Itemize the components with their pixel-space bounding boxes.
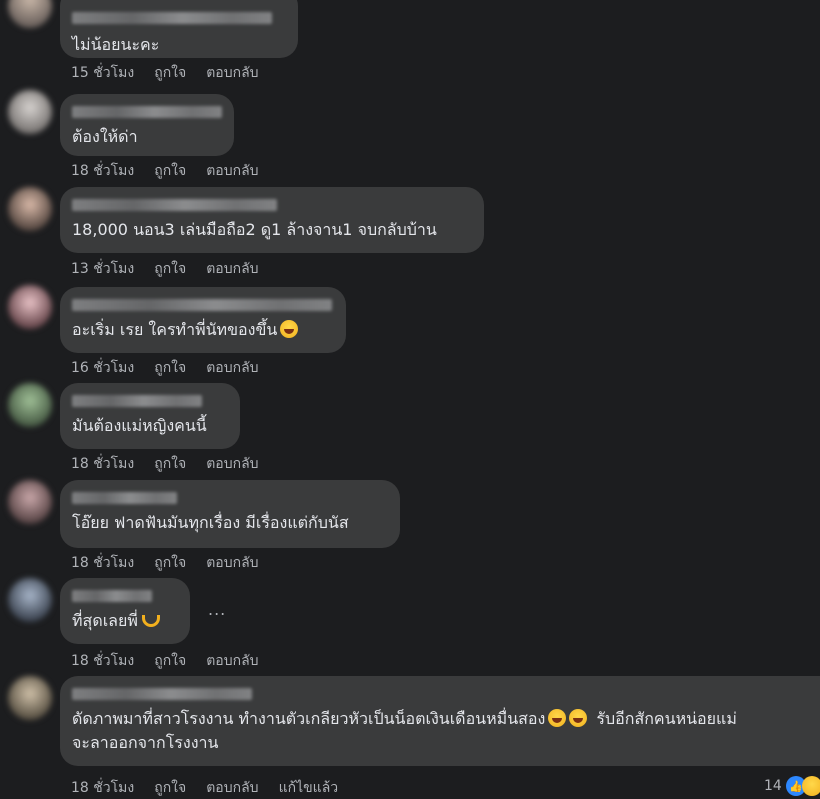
reply-link[interactable]: ตอบกลับ [206, 62, 258, 84]
comment-text: ไม่น้อยนะคะ [72, 35, 160, 54]
avatar[interactable] [8, 90, 52, 134]
haha-face-icon [801, 776, 820, 796]
comment-bubble: โอ๊ยย ฟาดฟันมันทุกเรื่อง มีเรื่องแต่กับน… [60, 480, 400, 548]
comment-actions: 18 ชั่วโมง ถูกใจ ตอบกลับ [71, 160, 259, 182]
like-link[interactable]: ถูกใจ [154, 552, 186, 574]
reaction-count: 14 [764, 778, 782, 794]
comment-actions: 16 ชั่วโมง ถูกใจ ตอบกลับ [71, 357, 259, 379]
commenter-name[interactable] [72, 395, 202, 407]
reaction-summary[interactable]: 14 👍 [764, 776, 820, 796]
avatar[interactable] [8, 383, 52, 427]
reply-link[interactable]: ตอบกลับ [206, 357, 258, 379]
comment-actions: 18 ชั่วโมง ถูกใจ ตอบกลับ แก้ไขแล้ว [71, 777, 338, 799]
comment-text-line2: จะลาออกจากโรงงาน [72, 733, 219, 752]
comment-actions: 18 ชั่วโมง ถูกใจ ตอบกลับ [71, 552, 259, 574]
avatar[interactable] [8, 676, 52, 720]
like-link[interactable]: ถูกใจ [154, 453, 186, 475]
comment-text-line1b: รับอีกสักคนหน่อยแม่ [596, 709, 737, 728]
comment-timestamp[interactable]: 16 ชั่วโมง [71, 357, 134, 379]
comment-bubble: ต้องให้ด่า [60, 94, 234, 156]
like-link[interactable]: ถูกใจ [154, 357, 186, 379]
avatar[interactable] [8, 285, 52, 329]
comment-text-content: อะเริ่ม เรย ใครทำพี่นัทของขึ้น [72, 320, 278, 339]
comment-timestamp[interactable]: 18 ชั่วโมง [71, 160, 134, 182]
comment-text: มันต้องแม่หญิงคนนี้ [72, 416, 207, 435]
reply-link[interactable]: ตอบกลับ [206, 160, 258, 182]
comment-timestamp[interactable]: 18 ชั่วโมง [71, 453, 134, 475]
comment-bubble: ที่สุดเลยพี่ [60, 578, 190, 644]
comment-bubble: ไม่น้อยนะคะ [60, 0, 298, 58]
comment-text-line1: ดัดภาพมาที่สาวโรงงาน ทำงานตัวเกลียวหัวเป… [72, 709, 546, 728]
avatar[interactable] [8, 480, 52, 524]
comment-text: 18,000 นอน3 เล่นมือถือ2 ดู1 ล้างจาน1 จบก… [72, 220, 437, 239]
laughing-face-emoji [548, 709, 567, 727]
reply-link[interactable]: ตอบกลับ [206, 453, 258, 475]
comment-bubble: อะเริ่ม เรย ใครทำพี่นัทของขึ้น [60, 287, 346, 353]
comment-timestamp[interactable]: 18 ชั่วโมง [71, 552, 134, 574]
reply-link[interactable]: ตอบกลับ [206, 777, 258, 799]
comment-bubble: ดัดภาพมาที่สาวโรงงาน ทำงานตัวเกลียวหัวเป… [60, 676, 820, 766]
like-link[interactable]: ถูกใจ [154, 258, 186, 280]
avatar[interactable] [8, 0, 52, 28]
reply-link[interactable]: ตอบกลับ [206, 258, 258, 280]
comment-text: ดัดภาพมาที่สาวโรงงาน ทำงานตัวเกลียวหัวเป… [72, 708, 808, 730]
reply-link[interactable]: ตอบกลับ [206, 552, 258, 574]
comment-text: อะเริ่ม เรย ใครทำพี่นัทของขึ้น [72, 319, 334, 341]
comment-timestamp[interactable]: 15 ชั่วโมง [71, 62, 134, 84]
like-link[interactable]: ถูกใจ [154, 160, 186, 182]
commenter-name[interactable] [72, 492, 177, 504]
comment-actions: 13 ชั่วโมง ถูกใจ ตอบกลับ [71, 258, 259, 280]
like-link[interactable]: ถูกใจ [154, 650, 186, 672]
like-link[interactable]: ถูกใจ [154, 62, 186, 84]
comment-text: ที่สุดเลยพี่ [72, 610, 178, 632]
commenter-name[interactable] [72, 688, 252, 700]
edited-label[interactable]: แก้ไขแล้ว [279, 777, 339, 799]
comment-text: โอ๊ยย ฟาดฟันมันทุกเรื่อง มีเรื่องแต่กับน… [72, 513, 349, 532]
like-link[interactable]: ถูกใจ [154, 777, 186, 799]
laughing-face-emoji [280, 320, 299, 338]
comment-feed: ไม่น้อยนะคะ 15 ชั่วโมง ถูกใจ ตอบกลับ ต้อ… [0, 0, 820, 799]
comment-text: ต้องให้ด่า [72, 127, 138, 146]
comment-actions: 18 ชั่วโมง ถูกใจ ตอบกลับ [71, 650, 259, 672]
comment-timestamp[interactable]: 18 ชั่วโมง [71, 777, 134, 799]
comment-actions: 15 ชั่วโมง ถูกใจ ตอบกลับ [71, 62, 259, 84]
comment-actions: 18 ชั่วโมง ถูกใจ ตอบกลับ [71, 453, 259, 475]
commenter-name[interactable] [72, 299, 332, 311]
commenter-name[interactable] [72, 199, 277, 211]
commenter-name[interactable] [72, 12, 272, 24]
comment-text-content: ที่สุดเลยพี่ [72, 611, 138, 630]
comment-timestamp[interactable]: 18 ชั่วโมง [71, 650, 134, 672]
more-options-button[interactable]: ... [208, 600, 226, 619]
laughing-face-emoji [569, 709, 588, 727]
comment-timestamp[interactable]: 13 ชั่วโมง [71, 258, 134, 280]
avatar[interactable] [8, 187, 52, 231]
commenter-name[interactable] [72, 106, 222, 118]
comment-bubble: มันต้องแม่หญิงคนนี้ [60, 383, 240, 449]
comment-bubble: 18,000 นอน3 เล่นมือถือ2 ดู1 ล้างจาน1 จบก… [60, 187, 484, 253]
commenter-name[interactable] [72, 590, 152, 602]
avatar[interactable] [8, 578, 52, 622]
heart-hands-emoji [141, 615, 160, 627]
reply-link[interactable]: ตอบกลับ [206, 650, 258, 672]
